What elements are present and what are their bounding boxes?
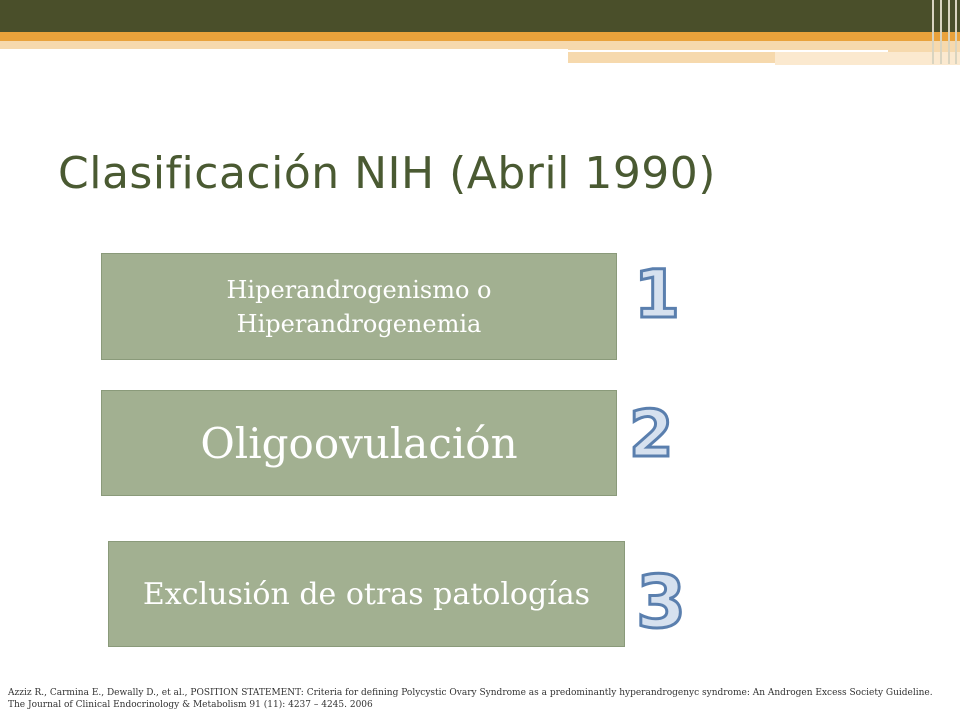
criterion-box-3: Exclusión de otras patologías — [108, 541, 625, 647]
orange-banner-stripe — [0, 32, 960, 41]
banner-highlight-line — [568, 50, 888, 52]
slide-title: Clasificación NIH (Abril 1990) — [58, 148, 716, 199]
criterion-number-1: 1 — [633, 256, 682, 333]
criterion-box-2: Oligoovulación — [101, 390, 617, 496]
criterion-number-3: 3 — [634, 560, 687, 644]
criterion-number-2: 2 — [628, 398, 676, 472]
top-banner — [0, 0, 960, 32]
criterion-box-1: Hiperandrogenismo o Hiperandrogenemia — [101, 253, 617, 360]
reference-citation: Azziz R., Carmina E., Dewally D., et al.… — [8, 688, 933, 710]
banner-vertical-stripes — [928, 0, 960, 64]
